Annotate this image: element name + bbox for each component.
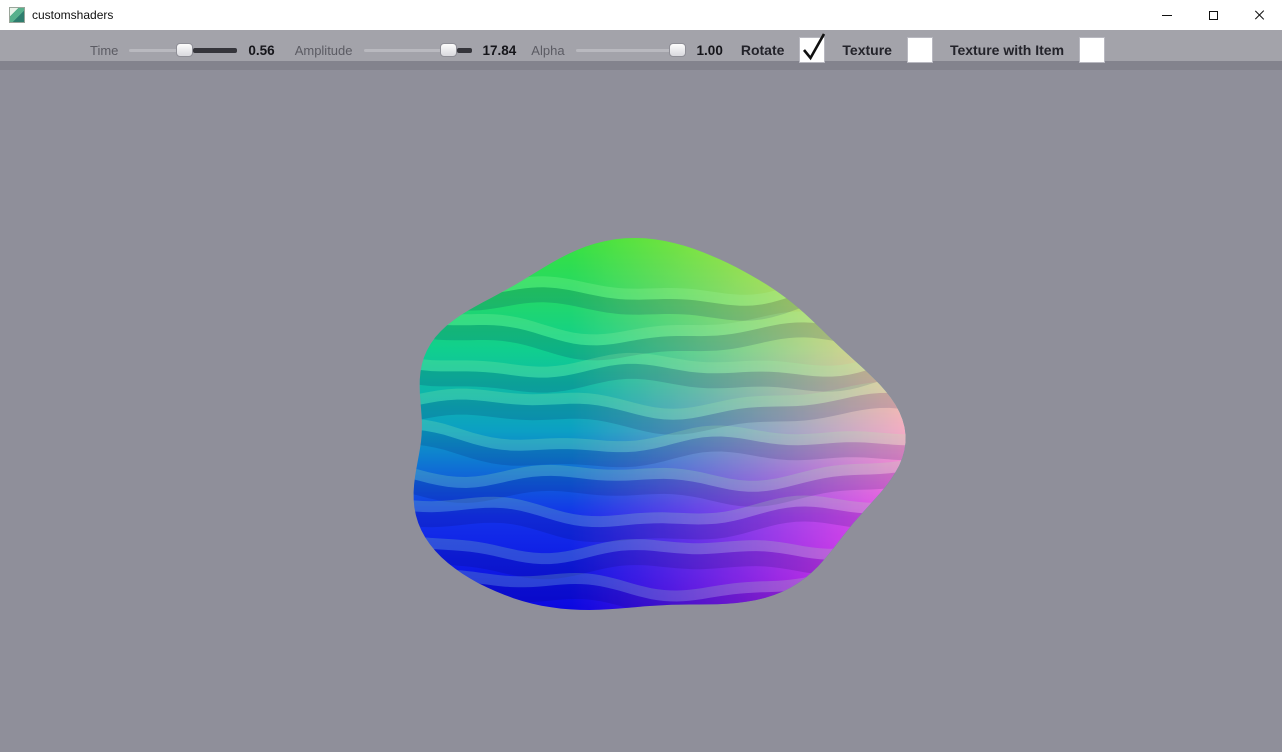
- maximize-button[interactable]: [1190, 0, 1236, 30]
- scene-viewport[interactable]: [0, 70, 1282, 752]
- close-button[interactable]: [1236, 0, 1282, 30]
- alpha-slider[interactable]: [576, 42, 686, 58]
- minimize-button[interactable]: [1144, 0, 1190, 30]
- app-window: customshaders Time 0.56 Amplitude 17.84: [0, 0, 1282, 752]
- amplitude-label: Amplitude: [295, 43, 353, 58]
- alpha-value: 1.00: [697, 43, 723, 58]
- rotate-group: Rotate: [741, 37, 826, 63]
- minimize-icon: [1162, 15, 1172, 16]
- texture-group: Texture: [842, 37, 933, 63]
- texture-with-item-group: Texture with Item: [950, 37, 1105, 63]
- slider-track-fill: [193, 48, 238, 53]
- amplitude-slider-handle[interactable]: [440, 43, 457, 57]
- alpha-slider-group: Alpha 1.00: [531, 42, 723, 58]
- window-controls: [1144, 0, 1282, 30]
- time-slider-group: Time 0.56: [90, 42, 275, 58]
- time-label: Time: [90, 43, 118, 58]
- texture-with-item-label: Texture with Item: [950, 42, 1064, 58]
- slider-track-fill: [457, 48, 472, 53]
- texture-checkbox[interactable]: [907, 37, 933, 63]
- rotate-checkbox[interactable]: [799, 37, 825, 63]
- maximize-icon: [1209, 11, 1218, 20]
- window-title: customshaders: [32, 8, 113, 22]
- texture-with-item-checkbox[interactable]: [1079, 37, 1105, 63]
- time-value: 0.56: [248, 43, 274, 58]
- toolbar: Time 0.56 Amplitude 17.84 Alpha: [0, 30, 1282, 70]
- alpha-label: Alpha: [531, 43, 564, 58]
- amplitude-slider[interactable]: [364, 42, 472, 58]
- titlebar: customshaders: [0, 0, 1282, 30]
- alpha-slider-handle[interactable]: [669, 43, 686, 57]
- scene-svg: [0, 70, 1282, 752]
- rotate-label: Rotate: [741, 42, 785, 58]
- close-icon: [1253, 9, 1265, 21]
- amplitude-slider-group: Amplitude 17.84: [295, 42, 517, 58]
- check-icon: [799, 30, 827, 63]
- time-slider-handle[interactable]: [176, 43, 193, 57]
- time-slider[interactable]: [129, 42, 237, 58]
- texture-label: Texture: [842, 42, 892, 58]
- app-icon: [9, 7, 25, 23]
- amplitude-value: 17.84: [483, 43, 517, 58]
